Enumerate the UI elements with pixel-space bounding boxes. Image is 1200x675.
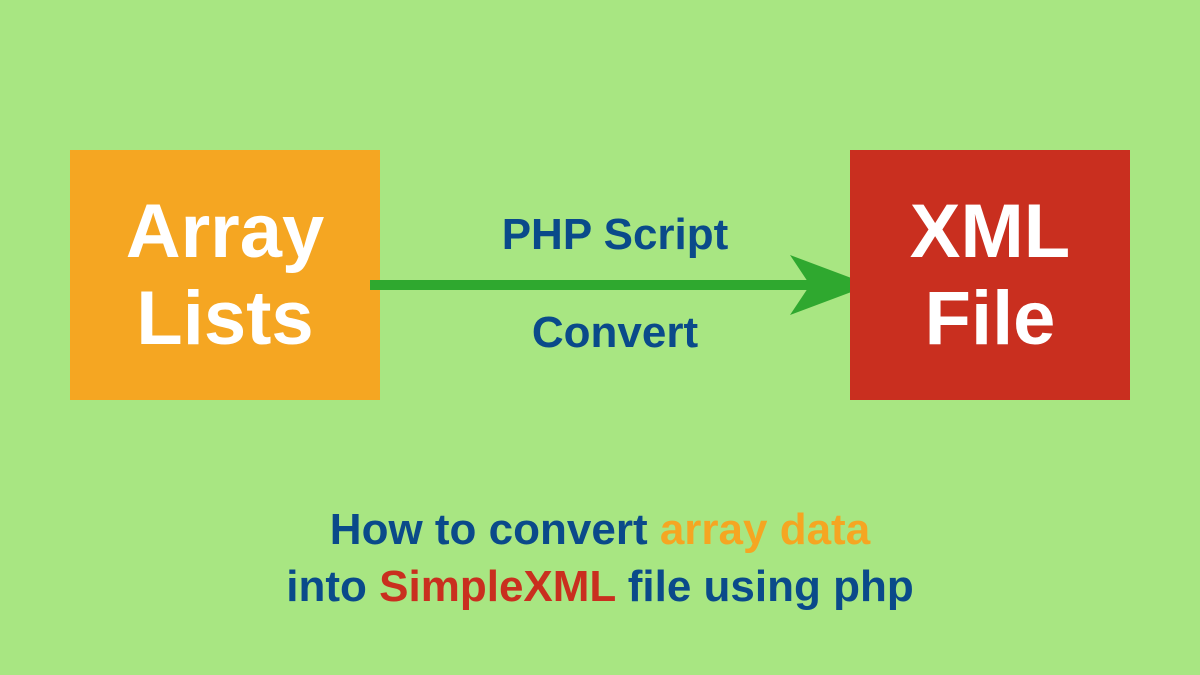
arrow-section: PHP Script Convert bbox=[380, 150, 850, 400]
caption-part5: file using php bbox=[616, 562, 914, 611]
caption: How to convert array data into SimpleXML… bbox=[0, 501, 1200, 615]
target-box-line2: File bbox=[925, 275, 1056, 362]
caption-line1: How to convert array data bbox=[0, 501, 1200, 558]
caption-part3: into bbox=[286, 562, 379, 611]
source-box-line1: Array bbox=[126, 188, 325, 275]
source-box: Array Lists bbox=[70, 150, 380, 400]
caption-part4: SimpleXML bbox=[379, 562, 615, 611]
source-box-line2: Lists bbox=[136, 275, 313, 362]
caption-part1: How to convert bbox=[330, 505, 660, 554]
target-box: XML File bbox=[850, 150, 1130, 400]
caption-part2: array data bbox=[660, 505, 870, 554]
caption-line2: into SimpleXML file using php bbox=[0, 558, 1200, 615]
arrow-label-bottom: Convert bbox=[532, 308, 698, 358]
diagram-container: Array Lists PHP Script Convert XML File … bbox=[0, 0, 1200, 675]
target-box-line1: XML bbox=[910, 188, 1070, 275]
